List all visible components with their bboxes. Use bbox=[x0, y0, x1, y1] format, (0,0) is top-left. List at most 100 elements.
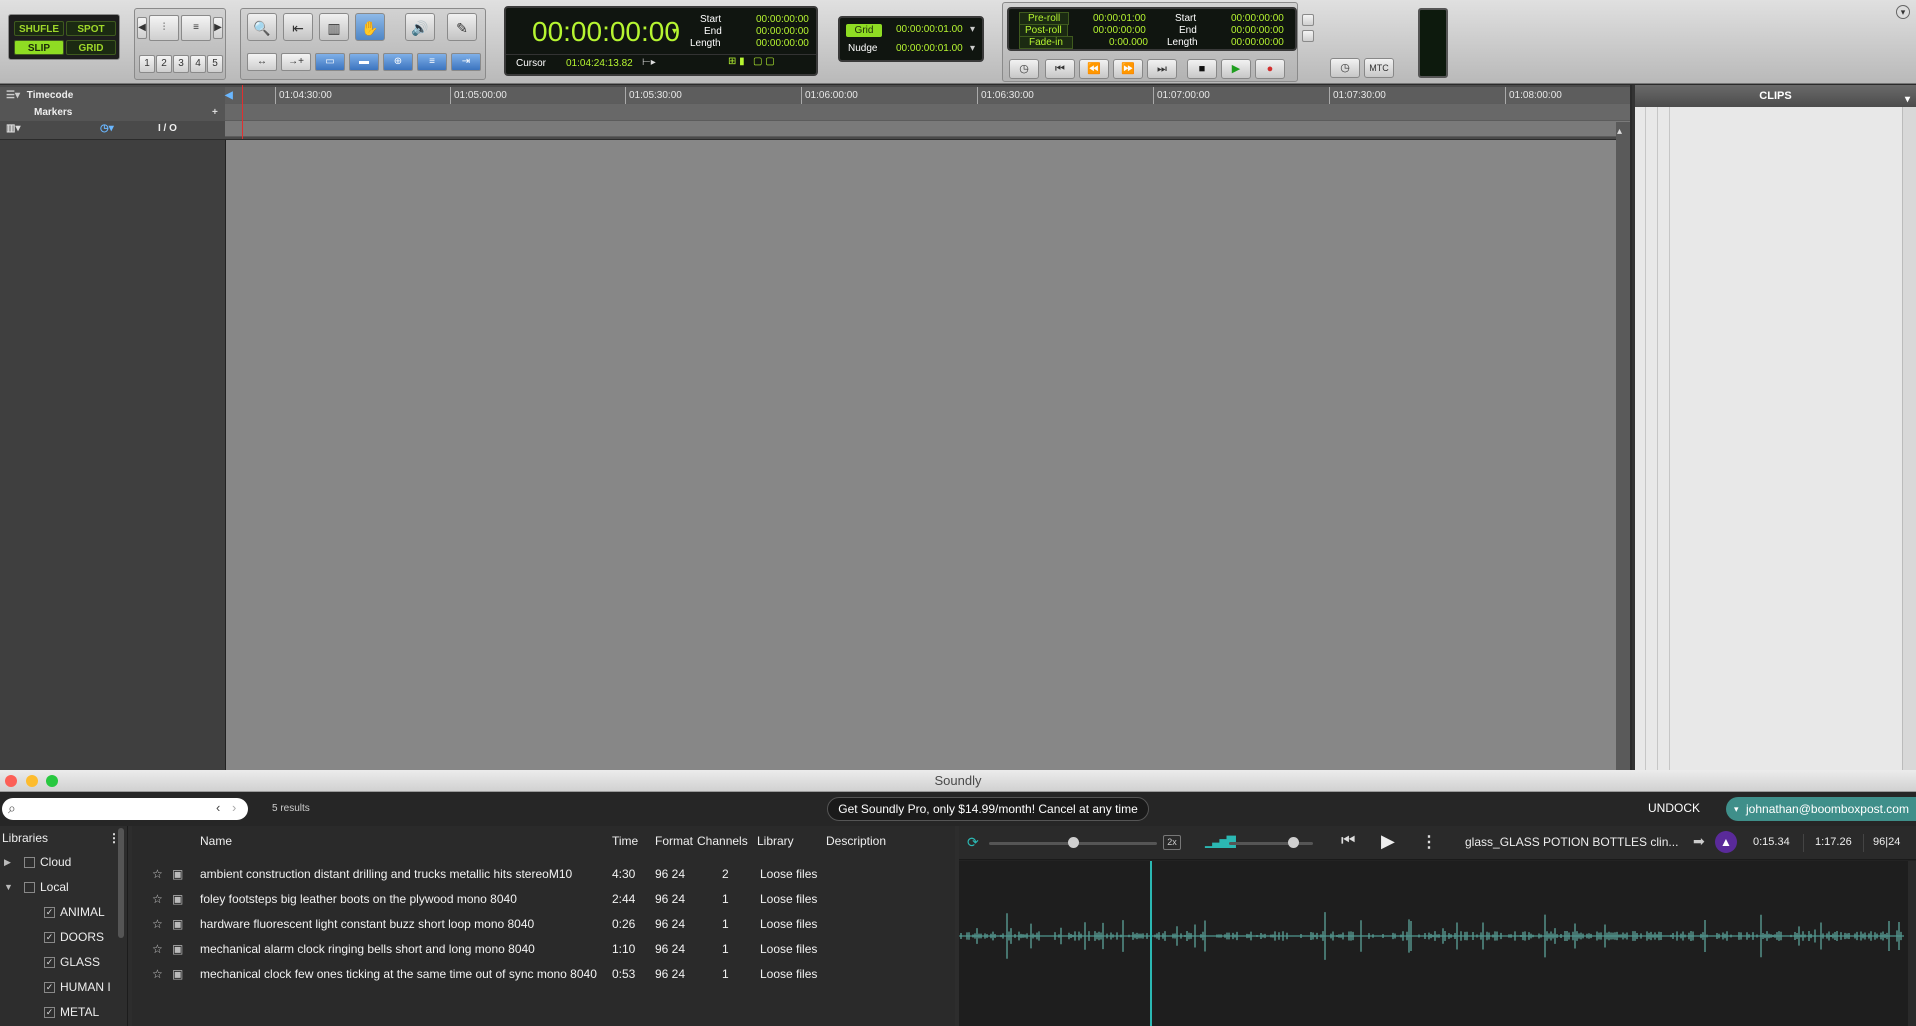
clips-scrollbar[interactable] bbox=[1902, 107, 1916, 770]
library-item[interactable]: ✓ METAL bbox=[0, 1000, 120, 1025]
nudge-value[interactable]: 00:00:00:01.00 bbox=[896, 43, 963, 54]
search-box[interactable]: ⌕ ‹ › bbox=[2, 798, 248, 820]
online-icon[interactable]: ◷ bbox=[1009, 59, 1039, 79]
library-item[interactable]: ✓ ANIMAL bbox=[0, 900, 120, 925]
zoom-preset-4[interactable]: 4 bbox=[190, 55, 206, 73]
search-input[interactable] bbox=[26, 801, 206, 817]
grabber-icon[interactable]: ✋ bbox=[355, 13, 385, 41]
library-checkbox[interactable] bbox=[24, 882, 35, 893]
shuffle-mode-button[interactable]: SHUFLE bbox=[14, 21, 64, 36]
grid-toggle[interactable]: Grid bbox=[846, 24, 882, 37]
selection-end-value[interactable]: 00:00:00:00 bbox=[756, 26, 809, 37]
automation-follows-icon[interactable]: ⇥ bbox=[451, 53, 481, 71]
library-item[interactable]: ✓ HUMAN I bbox=[0, 975, 120, 1000]
ruler-marker-icon[interactable]: ◀ bbox=[225, 87, 233, 104]
trim-icon[interactable]: ⇤ bbox=[283, 13, 313, 41]
library-item[interactable]: ✓ GLASS bbox=[0, 950, 120, 975]
mirror-midi-icon[interactable]: ⊕ bbox=[383, 53, 413, 71]
library-checkbox[interactable]: ✓ bbox=[44, 957, 55, 968]
ruler-menu-icon[interactable]: ☰▾ bbox=[6, 90, 20, 101]
grid-dropdown-icon[interactable]: ▾ bbox=[970, 24, 975, 35]
user-menu[interactable]: ▾ johnathan@boomboxpost.com bbox=[1726, 797, 1916, 821]
preroll-value[interactable]: 00:00:01:00 bbox=[1093, 13, 1146, 24]
stop-icon[interactable]: ■ bbox=[1187, 59, 1217, 79]
forward-icon[interactable]: ⏩ bbox=[1113, 59, 1143, 79]
forward-arrow-icon[interactable]: › bbox=[232, 800, 236, 815]
grid-value[interactable]: 00:00:00:01.00 bbox=[896, 24, 963, 35]
waveform-scrollbar[interactable] bbox=[1908, 861, 1916, 1026]
timecode-ruler[interactable]: ☰▾ Timecode ◀ 01:04:30:00 01:05:00:00 01… bbox=[0, 87, 1630, 104]
volume-slider[interactable] bbox=[1229, 842, 1313, 845]
transport-start-value[interactable]: 00:00:00:00 bbox=[1231, 13, 1284, 24]
skip-back-icon[interactable]: ⏮ bbox=[1341, 832, 1355, 850]
insertion-follows-icon[interactable]: ≡ bbox=[417, 53, 447, 71]
column-header-description[interactable]: Description bbox=[826, 834, 886, 848]
expand-toggle-icon[interactable] bbox=[1302, 14, 1314, 26]
column-header-channels[interactable]: Channels bbox=[697, 834, 748, 848]
counter-dropdown-icon[interactable]: ▾ bbox=[672, 26, 677, 37]
play-transport-icon[interactable]: ▶ bbox=[1221, 59, 1251, 79]
libraries-scrollbar[interactable] bbox=[118, 828, 124, 938]
online-sync-icon[interactable]: ◷ bbox=[1330, 58, 1360, 78]
midi-zoom-icon[interactable]: ≡ bbox=[181, 15, 211, 41]
disclosure-triangle-icon[interactable]: ▼ bbox=[4, 875, 13, 900]
column-header-time[interactable]: Time bbox=[612, 834, 638, 848]
drag-icon[interactable]: ➡ bbox=[1693, 833, 1705, 850]
postroll-value[interactable]: 00:00:00:00 bbox=[1093, 25, 1146, 36]
speed-toggle-button[interactable]: 2x bbox=[1163, 835, 1181, 850]
star-icon[interactable]: ☆ bbox=[152, 862, 163, 887]
edit-canvas[interactable] bbox=[226, 140, 1616, 770]
zoom-preset-1[interactable]: 1 bbox=[139, 55, 155, 73]
zoom-window-icon[interactable] bbox=[46, 775, 58, 787]
fadein-value[interactable]: 0:00.000 bbox=[1109, 37, 1148, 48]
library-checkbox[interactable]: ✓ bbox=[44, 1007, 55, 1018]
waveform-playhead[interactable] bbox=[1150, 861, 1152, 1026]
table-row[interactable]: ☆ ▣ foley footsteps big leather boots on t… bbox=[132, 887, 955, 912]
fadein-toggle[interactable]: Fade-in bbox=[1019, 36, 1073, 49]
expand-toggle-icon-2[interactable] bbox=[1302, 30, 1314, 42]
slip-mode-button[interactable]: SLIP bbox=[14, 40, 64, 55]
track-view-menu-icon[interactable]: ▥▾ bbox=[6, 123, 20, 134]
mtc-button[interactable]: MTC bbox=[1364, 58, 1394, 78]
library-checkbox[interactable]: ✓ bbox=[44, 907, 55, 918]
nudge-dropdown-icon[interactable]: ▾ bbox=[970, 43, 975, 54]
add-marker-icon[interactable]: + bbox=[212, 104, 218, 121]
pencil-icon[interactable]: ✎ bbox=[447, 13, 477, 41]
close-window-icon[interactable] bbox=[5, 775, 17, 787]
selector-icon[interactable]: ▥ bbox=[319, 13, 349, 41]
record-icon[interactable]: ● bbox=[1255, 59, 1285, 79]
zoom-in-arrow-icon[interactable]: ▶ bbox=[213, 17, 223, 39]
zoom-out-arrow-icon[interactable]: ◀ bbox=[137, 17, 147, 39]
library-checkbox[interactable]: ✓ bbox=[44, 982, 55, 993]
go-to-end-icon[interactable]: ⏭ bbox=[1147, 59, 1177, 79]
selection-length-value[interactable]: 00:00:00:00 bbox=[756, 38, 809, 49]
vertical-scrollbar[interactable]: ▴ bbox=[1616, 122, 1630, 770]
pro-promo-button[interactable]: Get Soundly Pro, only $14.99/month! Canc… bbox=[827, 797, 1149, 821]
library-checkbox[interactable]: ✓ bbox=[44, 932, 55, 943]
transport-length-value[interactable]: 00:00:00:00 bbox=[1231, 37, 1284, 48]
zoom-icon[interactable]: 🔍 bbox=[247, 13, 277, 41]
link-timeline-icon[interactable]: ▭ bbox=[315, 53, 345, 71]
disclosure-triangle-icon[interactable]: ▶ bbox=[4, 850, 11, 875]
loop-icon[interactable]: ⟳ bbox=[967, 834, 979, 851]
table-row[interactable]: ☆ ▣ mechanical clock few ones ticking at t… bbox=[132, 962, 955, 987]
waveform-zoom-icon[interactable]: ⫶ bbox=[149, 15, 179, 41]
scrubber-icon[interactable]: 🔊 bbox=[405, 13, 435, 41]
star-icon[interactable]: ☆ bbox=[152, 887, 163, 912]
star-icon[interactable]: ☆ bbox=[152, 937, 163, 962]
undock-button[interactable]: UNDOCK bbox=[1648, 801, 1700, 815]
main-counter[interactable]: 00:00:00:00 bbox=[532, 16, 680, 48]
table-row[interactable]: ☆ ▣ ambient construction distant drilling … bbox=[132, 862, 955, 887]
column-header-library[interactable]: Library bbox=[757, 834, 794, 848]
zoom-preset-5[interactable]: 5 bbox=[207, 55, 223, 73]
selection-start-value[interactable]: 00:00:00:00 bbox=[756, 14, 809, 25]
go-to-start-icon[interactable]: ⏮ bbox=[1045, 59, 1075, 79]
rewind-icon[interactable]: ⏪ bbox=[1079, 59, 1109, 79]
memory-icons[interactable]: ⊞ ▮ ▢ ▢ bbox=[728, 56, 775, 67]
library-item[interactable]: ▶ Cloud bbox=[0, 850, 120, 875]
clock-icon[interactable]: ◷▾ bbox=[100, 121, 114, 137]
minimize-window-icon[interactable] bbox=[26, 775, 38, 787]
transport-end-value[interactable]: 00:00:00:00 bbox=[1231, 25, 1284, 36]
track-list-panel[interactable] bbox=[0, 140, 226, 770]
library-checkbox[interactable] bbox=[24, 857, 35, 868]
